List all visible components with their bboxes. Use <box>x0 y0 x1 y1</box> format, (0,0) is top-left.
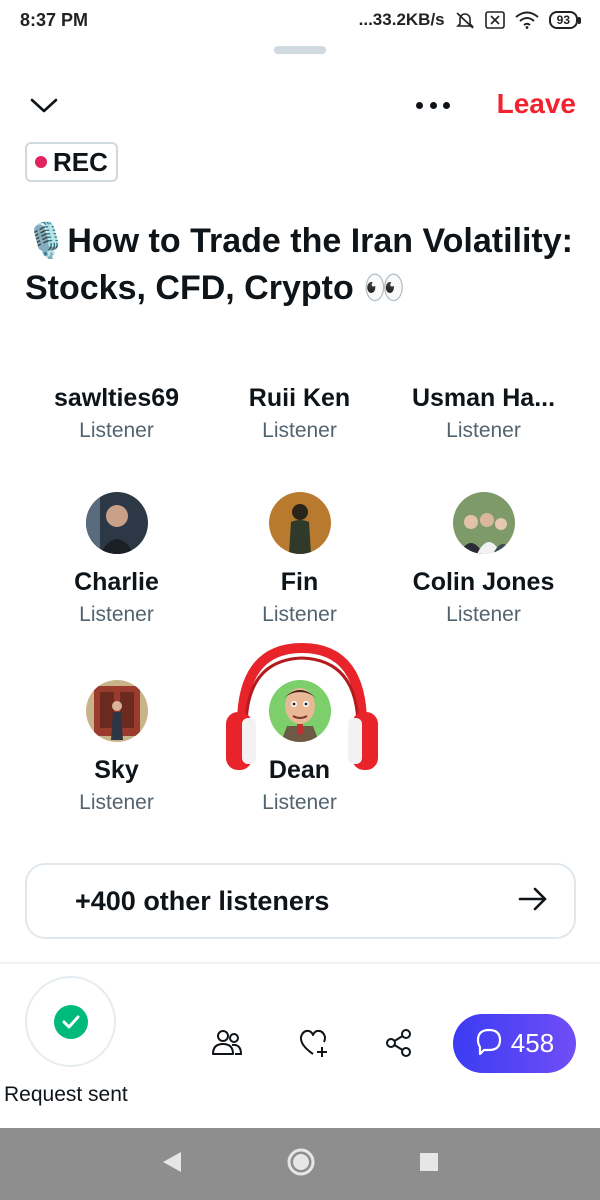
more-options-icon[interactable] <box>412 90 454 120</box>
other-listeners-button[interactable]: +400 other listeners <box>25 863 576 939</box>
request-status-label: Request sent <box>4 1083 128 1106</box>
top-bar: Leave <box>0 82 600 130</box>
headphones-icon <box>226 642 378 770</box>
checkmark-icon <box>53 1004 88 1039</box>
participant[interactable]: Colin Jones Listener <box>392 492 575 627</box>
participant[interactable]: Fin Listener <box>208 492 391 627</box>
participant-name: Usman Ha... <box>411 384 556 412</box>
drag-handle[interactable] <box>274 46 326 54</box>
participant-role: Listener <box>262 791 337 814</box>
participant-name: Fin <box>280 568 319 596</box>
participant-role: Listener <box>262 603 337 626</box>
participant-name: Colin Jones <box>412 568 555 596</box>
comments-count: 458 <box>510 1028 555 1058</box>
other-listeners-label: +400 other listeners <box>75 885 330 916</box>
participant[interactable]: Charlie Listener <box>25 492 208 627</box>
chat-bubble-icon <box>475 1027 503 1060</box>
status-bar: 8:37 PM ...33.2KB/s 93 <box>0 0 600 40</box>
participant-role: Listener <box>262 419 337 442</box>
mute-icon <box>455 10 475 30</box>
participant-role: Listener <box>446 419 521 442</box>
avatar <box>85 680 148 742</box>
battery-icon: 93 <box>548 11 582 29</box>
system-nav-bar <box>0 1128 600 1200</box>
comments-button[interactable]: 458 <box>453 1014 576 1073</box>
participant-role: Listener <box>79 603 154 626</box>
participant-role: Listener <box>446 603 521 626</box>
chevron-down-icon[interactable] <box>28 90 60 122</box>
network-speed: ...33.2KB/s <box>358 10 445 29</box>
share-icon[interactable] <box>382 1026 416 1060</box>
avatar <box>268 492 331 554</box>
divider <box>0 962 600 964</box>
avatar <box>85 492 148 554</box>
participant-name: Ruii Ken <box>248 384 351 412</box>
avatar <box>452 492 515 554</box>
participant[interactable]: Usman Ha... Listener <box>392 384 575 443</box>
participant-role: Listener <box>79 419 154 442</box>
space-title: 🎙️How to Trade the Iran Volatility: Stoc… <box>25 222 573 307</box>
wifi-icon <box>515 11 539 29</box>
status-icons: ...33.2KB/s 93 <box>358 10 582 30</box>
no-sim-icon <box>484 11 505 29</box>
participant[interactable]: Ruii Ken Listener <box>208 384 391 443</box>
people-icon[interactable] <box>210 1026 244 1060</box>
recording-label: REC <box>53 146 108 177</box>
participant-name: Charlie <box>74 568 159 596</box>
request-speak-button[interactable] <box>25 976 116 1067</box>
recents-icon[interactable] <box>419 1152 439 1177</box>
heart-plus-icon[interactable] <box>297 1026 331 1060</box>
participant-name: Sky <box>94 756 139 784</box>
leave-button[interactable]: Leave <box>497 88 576 120</box>
recording-badge: REC <box>25 142 118 182</box>
arrow-right-icon <box>518 886 548 917</box>
recording-dot-icon <box>35 156 47 168</box>
home-icon[interactable] <box>286 1147 316 1182</box>
participant-role: Listener <box>79 791 154 814</box>
back-icon[interactable] <box>161 1150 183 1179</box>
participant[interactable]: sawlties69 Listener <box>25 384 208 443</box>
participant-name: sawlties69 <box>53 384 180 412</box>
participant[interactable]: Sky Listener <box>25 680 208 815</box>
status-time: 8:37 PM <box>20 9 89 30</box>
